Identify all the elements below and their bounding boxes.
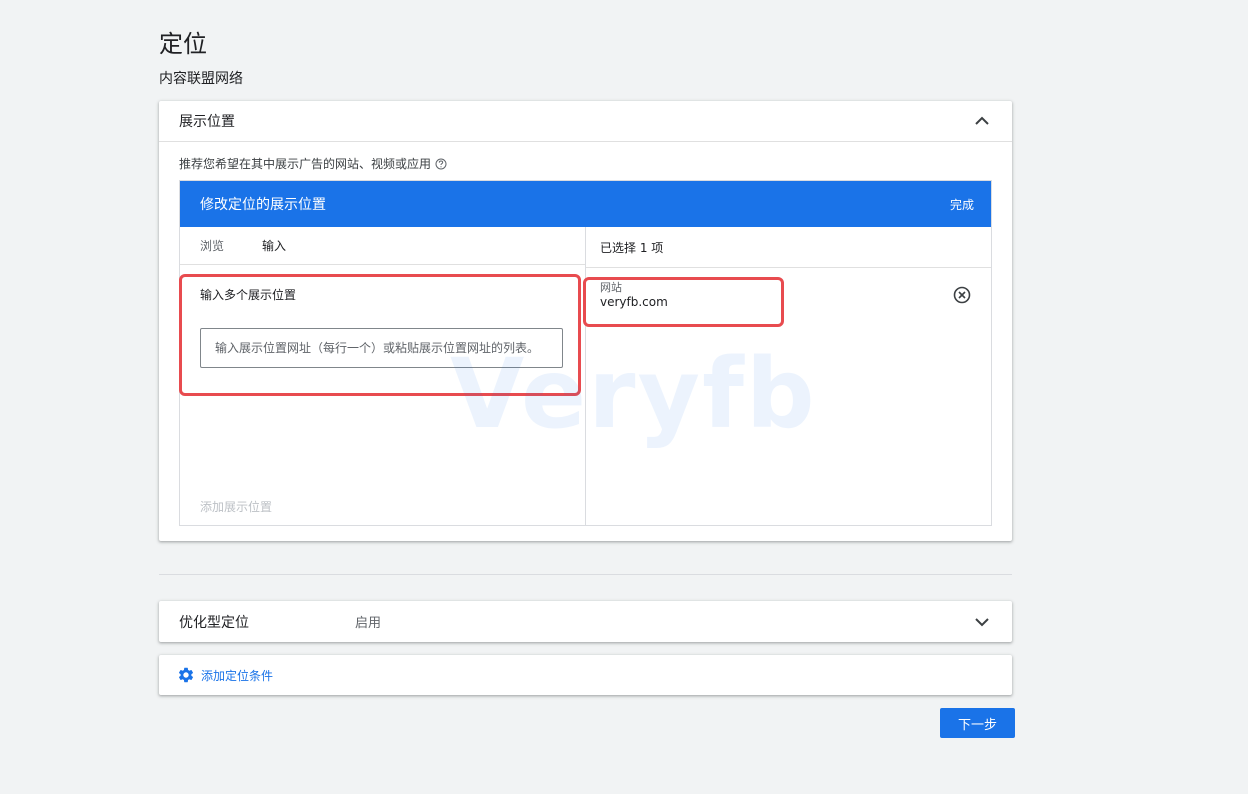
input-pane: 浏览 输入 输入多个展示位置 添加展示位置 bbox=[180, 227, 586, 525]
optimized-value: 启用 bbox=[355, 616, 382, 631]
gear-icon bbox=[177, 666, 195, 684]
enter-multiple-label: 输入多个展示位置 bbox=[200, 288, 297, 302]
optimized-label: 优化型定位 bbox=[179, 614, 249, 631]
done-button[interactable]: 完成 bbox=[950, 196, 974, 213]
selected-item: 网站 veryfb.com bbox=[600, 281, 668, 310]
help-icon[interactable] bbox=[435, 158, 447, 170]
recommend-label: 推荐您希望在其中展示广告的网站、视频或应用 bbox=[179, 157, 432, 171]
editor-title: 修改定位的展示位置 bbox=[200, 197, 326, 213]
tab-enter[interactable]: 输入 bbox=[262, 237, 286, 254]
add-condition-label: 添加定位条件 bbox=[201, 668, 274, 683]
section-divider bbox=[159, 574, 1012, 575]
page-title: 定位 bbox=[159, 30, 207, 58]
placements-header-title: 展示位置 bbox=[179, 114, 235, 130]
add-placement-link[interactable]: 添加展示位置 bbox=[200, 498, 272, 515]
recommend-text: 推荐您希望在其中展示广告的网站、视频或应用 bbox=[179, 155, 447, 172]
next-step-button[interactable]: 下一步 bbox=[940, 708, 1015, 738]
placements-header[interactable]: 展示位置 bbox=[159, 101, 1012, 142]
remove-circle-icon[interactable] bbox=[953, 286, 971, 304]
editor-body: 浏览 输入 输入多个展示位置 添加展示位置 已选择 1 项 网站 veryfb.… bbox=[180, 227, 991, 525]
optimized-targeting-row[interactable]: 优化型定位 启用 bbox=[159, 601, 1012, 642]
page-subtitle: 内容联盟网络 bbox=[159, 71, 243, 87]
chevron-down-icon[interactable] bbox=[972, 612, 992, 632]
selected-count: 已选择 1 项 bbox=[586, 227, 991, 268]
chevron-up-icon[interactable] bbox=[972, 111, 992, 131]
editor-tabs: 浏览 输入 bbox=[180, 227, 585, 265]
add-targeting-condition[interactable]: 添加定位条件 bbox=[159, 655, 1012, 695]
selected-pane: 已选择 1 项 网站 veryfb.com bbox=[586, 227, 991, 525]
tab-browse[interactable]: 浏览 bbox=[200, 237, 224, 254]
selected-item-value: veryfb.com bbox=[600, 295, 668, 309]
editor-bar: 修改定位的展示位置 完成 bbox=[180, 181, 991, 227]
selected-item-type: 网站 bbox=[600, 281, 622, 294]
placement-editor: 修改定位的展示位置 完成 浏览 输入 输入多个展示位置 添加展示位置 已选择 1… bbox=[179, 180, 992, 526]
placement-url-input[interactable] bbox=[200, 328, 563, 368]
placements-card: 展示位置 推荐您希望在其中展示广告的网站、视频或应用 修改定位的展示位置 完成 … bbox=[159, 101, 1012, 541]
